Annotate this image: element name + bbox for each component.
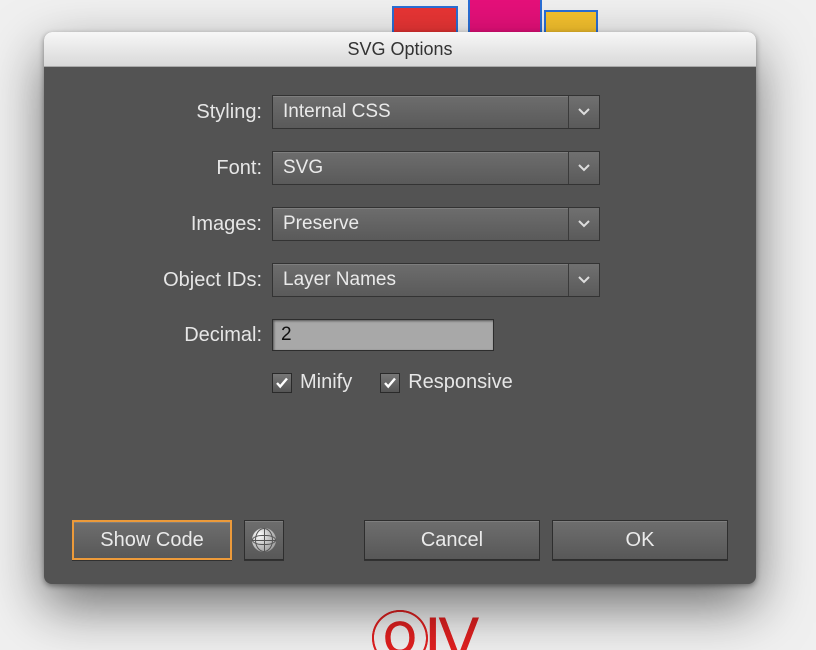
- responsive-label: Responsive: [408, 371, 513, 394]
- responsive-checkbox[interactable]: Responsive: [380, 371, 513, 394]
- minify-checkbox[interactable]: Minify: [272, 371, 352, 394]
- images-select[interactable]: Preserve: [272, 207, 600, 241]
- web-preview-button[interactable]: [244, 520, 284, 560]
- ok-button[interactable]: OK: [552, 520, 728, 560]
- show-code-label: Show Code: [100, 529, 203, 552]
- objectids-select-value: Layer Names: [283, 269, 396, 291]
- objectids-select[interactable]: Layer Names: [272, 263, 600, 297]
- minify-label: Minify: [300, 371, 352, 394]
- chevron-down-icon: [568, 264, 599, 296]
- chevron-down-icon: [568, 208, 599, 240]
- chevron-down-icon: [568, 152, 599, 184]
- styling-select[interactable]: Internal CSS: [272, 95, 600, 129]
- cancel-button[interactable]: Cancel: [364, 520, 540, 560]
- chevron-down-icon: [568, 96, 599, 128]
- decimal-label: Decimal:: [90, 324, 272, 347]
- images-select-value: Preserve: [283, 213, 359, 235]
- dialog-footer: Show Code Cancel OK: [44, 520, 756, 560]
- objectids-label: Object IDs:: [90, 269, 272, 292]
- bg-text: ⓄⅣ: [370, 592, 473, 650]
- images-label: Images:: [90, 213, 272, 236]
- dialog-body: Styling: Internal CSS Font: SVG Images: …: [44, 67, 756, 394]
- styling-select-value: Internal CSS: [283, 101, 391, 123]
- show-code-button[interactable]: Show Code: [72, 520, 232, 560]
- decimal-input[interactable]: [272, 319, 494, 351]
- globe-icon: [252, 528, 276, 552]
- font-label: Font:: [90, 157, 272, 180]
- dialog-title: SVG Options: [44, 32, 756, 67]
- ok-label: OK: [626, 529, 655, 552]
- check-icon: [380, 373, 400, 393]
- svg-options-dialog: SVG Options Styling: Internal CSS Font: …: [44, 32, 756, 584]
- font-select-value: SVG: [283, 157, 323, 179]
- cancel-label: Cancel: [421, 529, 483, 552]
- styling-label: Styling:: [90, 101, 272, 124]
- font-select[interactable]: SVG: [272, 151, 600, 185]
- check-icon: [272, 373, 292, 393]
